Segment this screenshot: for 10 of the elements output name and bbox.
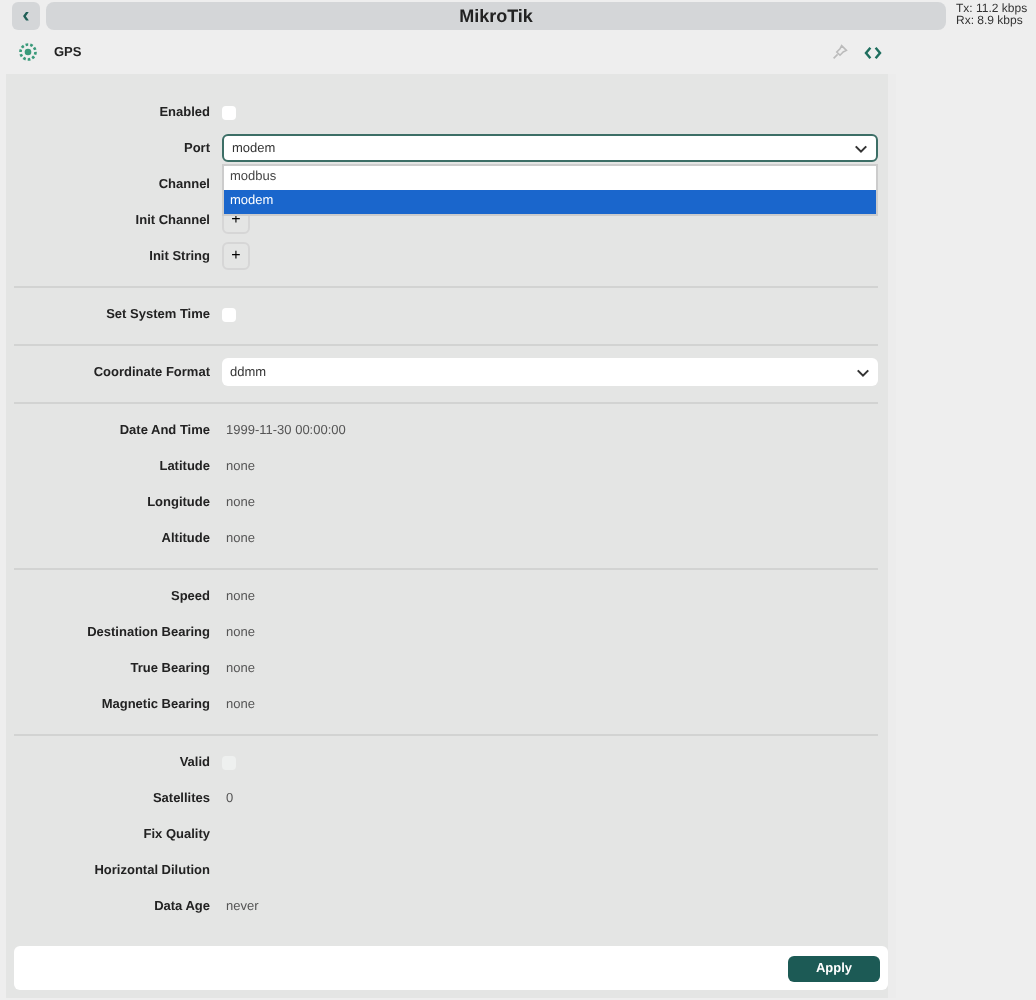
chevron-down-icon bbox=[856, 367, 870, 377]
pin-icon[interactable] bbox=[832, 44, 848, 60]
chevron-down-icon bbox=[854, 143, 868, 153]
settings-icon bbox=[18, 42, 38, 62]
back-button[interactable]: ‹ bbox=[12, 2, 40, 30]
checkbox[interactable] bbox=[222, 307, 236, 321]
window-title: MikroTik bbox=[459, 6, 533, 26]
checkbox[interactable] bbox=[222, 105, 236, 119]
add-button[interactable]: + bbox=[222, 242, 250, 270]
code-icon[interactable] bbox=[864, 45, 882, 59]
